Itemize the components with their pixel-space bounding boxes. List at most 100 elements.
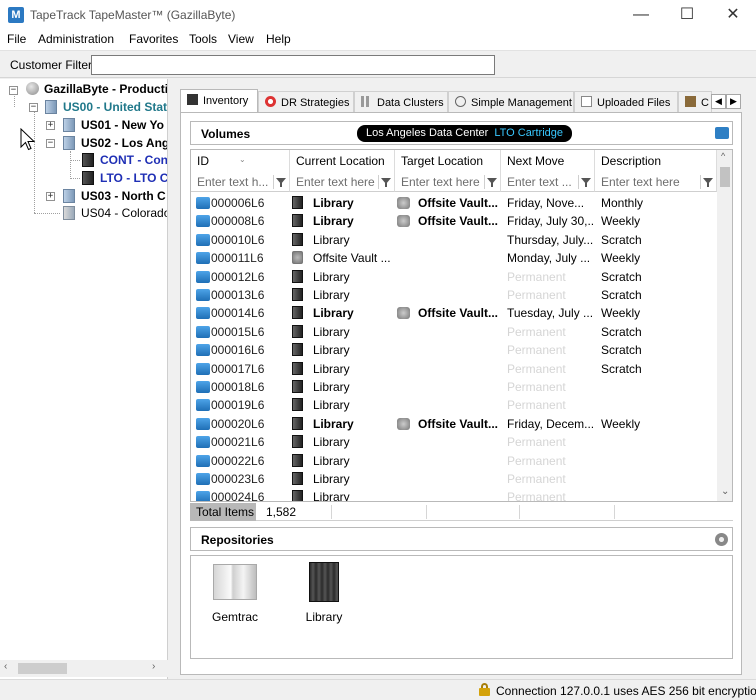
- column-header-id[interactable]: ID ⌄: [191, 150, 290, 172]
- scroll-up-icon[interactable]: ^: [721, 151, 725, 161]
- filter-cell-next-move[interactable]: Enter text ...: [501, 172, 595, 192]
- scroll-right-icon[interactable]: ›: [152, 661, 155, 672]
- filter-cell-current-location[interactable]: Enter text here: [290, 172, 395, 192]
- lifebuoy-icon: [265, 96, 276, 107]
- cell-description: [601, 470, 711, 488]
- table-row[interactable]: 000023L6 Library Permanent: [191, 470, 717, 488]
- filter-cell-description[interactable]: Enter text here: [595, 172, 717, 192]
- column-header-current-location[interactable]: Current Location: [290, 150, 395, 172]
- table-row[interactable]: 000024L6 Library Permanent: [191, 488, 717, 501]
- tab-inventory[interactable]: Inventory: [180, 89, 258, 113]
- filter-icon[interactable]: [273, 175, 287, 189]
- tab-simple-management[interactable]: Simple Management: [448, 91, 574, 113]
- cell-id: 000006L6: [211, 196, 265, 210]
- repository-gemtrac[interactable]: Gemtrac: [191, 556, 281, 656]
- tree-node-us00[interactable]: US00 - United Stat: [63, 98, 167, 116]
- library-icon: [292, 343, 303, 357]
- filter-icon[interactable]: [378, 175, 392, 189]
- table-row[interactable]: 000008L6 Library Offsite Vault... Friday, J…: [191, 212, 717, 230]
- tree-expander[interactable]: +: [46, 121, 55, 130]
- tab-strip: Inventory DR Strategies Data Clusters Si…: [180, 89, 742, 113]
- box-icon: [685, 96, 696, 107]
- filter-icon[interactable]: [700, 175, 714, 189]
- cell-next-move: Permanent: [507, 398, 566, 413]
- tab-dr-strategies[interactable]: DR Strategies: [258, 91, 354, 113]
- table-row[interactable]: 000015L6 Library Permanent Scratch: [191, 323, 717, 341]
- menu-help[interactable]: Help: [266, 32, 291, 46]
- grid-vertical-scrollbar[interactable]: ^ ⌄: [717, 150, 732, 501]
- tree-node-us04[interactable]: US04 - Colorado: [81, 204, 167, 222]
- table-row[interactable]: 000018L6 Library Permanent: [191, 378, 717, 396]
- tab-scroll-left-icon[interactable]: ◀: [711, 94, 726, 109]
- table-row[interactable]: 000006L6 Library Offsite Vault... Friday, N…: [191, 194, 717, 212]
- connection-status: Connection 127.0.0.1 uses AES 256 bit en…: [496, 684, 756, 698]
- tab-data-clusters[interactable]: Data Clusters: [354, 91, 448, 113]
- table-row[interactable]: 000021L6 Library Permanent: [191, 433, 717, 451]
- tree-node-lto[interactable]: LTO - LTO C: [100, 169, 167, 187]
- filter-cell-id[interactable]: Enter text h...: [191, 172, 290, 192]
- file-icon: [581, 96, 592, 107]
- scrollbar-thumb[interactable]: [18, 663, 67, 674]
- library-icon: [292, 196, 303, 209]
- filter-icon[interactable]: [578, 175, 592, 189]
- cell-next-move: Friday, Decem...: [507, 416, 593, 431]
- tree-node-us03[interactable]: US03 - North C: [81, 187, 166, 205]
- repository-library[interactable]: Library: [281, 556, 371, 656]
- scroll-left-icon[interactable]: ‹: [4, 661, 7, 672]
- gear-icon[interactable]: [715, 533, 728, 546]
- library-icon: [82, 153, 94, 167]
- tab-scroll-right-icon[interactable]: ▶: [726, 94, 741, 109]
- table-row[interactable]: 000016L6 Library Permanent Scratch: [191, 341, 717, 359]
- menu-favorites[interactable]: Favorites: [129, 32, 178, 46]
- menu-tools[interactable]: Tools: [189, 32, 217, 46]
- table-row[interactable]: 000022L6 Library Permanent: [191, 452, 717, 470]
- grid-body: 000006L6 Library Offsite Vault... Friday, N…: [191, 194, 717, 501]
- column-header-next-move[interactable]: Next Move: [501, 150, 595, 172]
- filter-cell-target-location[interactable]: Enter text here: [395, 172, 501, 192]
- table-row[interactable]: 000019L6 Library Permanent: [191, 396, 717, 414]
- scrollbar-thumb[interactable]: [720, 167, 730, 187]
- tab-label: Data Clusters: [377, 97, 444, 109]
- column-header-target-location[interactable]: Target Location: [395, 150, 501, 172]
- tree-node-us02[interactable]: US02 - Los Ange: [81, 134, 167, 152]
- table-row[interactable]: 000011L6 Offsite Vault ... Monday, July ..…: [191, 249, 717, 267]
- context-location: Los Angeles Data Center: [366, 127, 489, 139]
- menu-file[interactable]: File: [7, 32, 26, 46]
- cell-description: Weekly: [601, 251, 641, 266]
- filter-icon[interactable]: [484, 175, 498, 189]
- tape-icon: [196, 417, 210, 430]
- tree-horizontal-scrollbar[interactable]: ‹ ›: [0, 660, 168, 677]
- scroll-down-icon[interactable]: ⌄: [721, 486, 729, 497]
- tree-expander[interactable]: +: [46, 192, 55, 201]
- tree-expander[interactable]: −: [29, 103, 38, 112]
- table-row[interactable]: 000010L6 Library Thursday, July... Scratch: [191, 231, 717, 249]
- cell-id: 000014L6: [211, 306, 265, 321]
- volumes-menu-icon[interactable]: [715, 127, 729, 139]
- cell-description: Scratch: [601, 269, 642, 284]
- tree-node-cont[interactable]: CONT - Cont: [100, 151, 167, 169]
- cell-current-location: Library: [313, 490, 350, 501]
- maximize-button[interactable]: ☐: [664, 0, 710, 30]
- minimize-button[interactable]: —: [618, 0, 664, 30]
- tree-expander[interactable]: −: [9, 86, 18, 95]
- table-row[interactable]: 000017L6 Library Permanent Scratch: [191, 360, 717, 378]
- column-header-description[interactable]: Description: [595, 150, 717, 172]
- tree-node-us01[interactable]: US01 - New Yo: [81, 116, 164, 134]
- lock-icon: [479, 683, 490, 696]
- table-row[interactable]: 000013L6 Library Permanent Scratch: [191, 286, 717, 304]
- tree-node-root[interactable]: GazillaByte - Productio: [44, 80, 167, 98]
- tree-expander[interactable]: −: [46, 139, 55, 148]
- menu-administration[interactable]: Administration: [38, 32, 114, 46]
- cell-next-move: Permanent: [507, 490, 566, 501]
- close-button[interactable]: ✕: [710, 0, 756, 30]
- library-icon: [292, 453, 303, 467]
- filter-placeholder: Enter text here: [601, 175, 680, 189]
- tab-more[interactable]: C: [678, 91, 712, 113]
- table-row[interactable]: 000014L6 Library Offsite Vault... Tuesday, …: [191, 304, 717, 322]
- tab-uploaded-files[interactable]: Uploaded Files: [574, 91, 678, 113]
- tape-icon: [196, 307, 210, 320]
- table-row[interactable]: 000020L6 Library Offsite Vault... Friday, D…: [191, 415, 717, 433]
- table-row[interactable]: 000012L6 Library Permanent Scratch: [191, 268, 717, 286]
- customer-filter-input[interactable]: [91, 55, 495, 75]
- menu-view[interactable]: View: [228, 32, 254, 46]
